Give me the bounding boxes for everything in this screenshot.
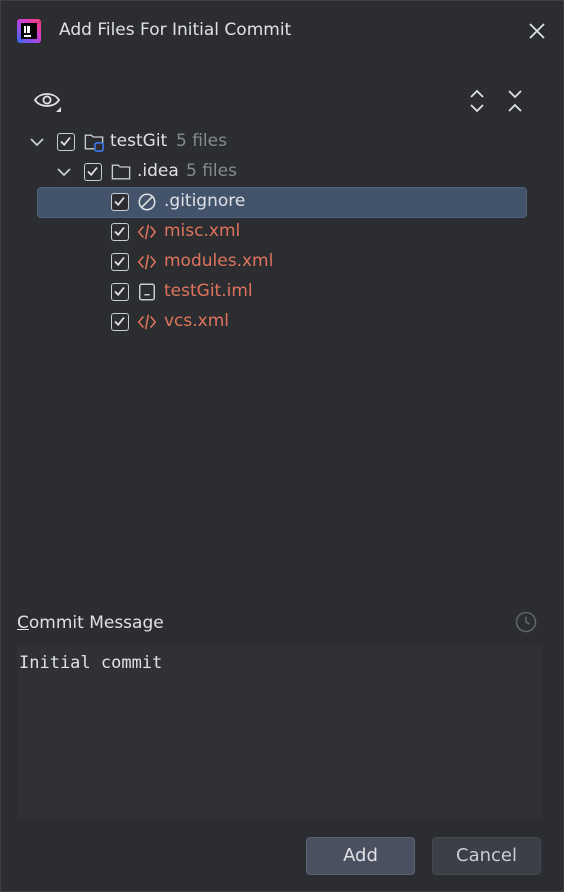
add-files-dialog: Add Files For Initial Commit testGit 5 f… — [0, 0, 564, 892]
intellij-logo-icon — [17, 19, 41, 43]
tree-row-gitignore[interactable]: .gitignore — [1, 187, 564, 218]
file-count-testgit: 5 files — [176, 131, 227, 151]
chevron-down-icon[interactable] — [55, 163, 73, 181]
eye-icon[interactable] — [33, 87, 63, 115]
dialog-title: Add Files For Initial Commit — [59, 20, 292, 40]
tree-label-testgit-iml: testGit.iml — [164, 281, 253, 301]
title-bar: Add Files For Initial Commit — [1, 1, 563, 61]
commit-message-mnemonic: C — [17, 613, 29, 633]
add-button[interactable]: Add — [306, 837, 415, 875]
checkbox-misc-xml[interactable] — [111, 223, 129, 241]
checkbox-idea[interactable] — [84, 163, 102, 181]
ignored-file-icon — [138, 193, 156, 211]
tree-label-idea: .idea — [137, 161, 179, 181]
commit-message-label: Commit Message — [17, 613, 164, 633]
tree-row-modules-xml[interactable]: modules.xml — [1, 247, 564, 277]
tree-row-testgit[interactable]: testGit 5 files — [1, 127, 564, 157]
module-file-icon — [139, 283, 155, 301]
checkbox-testgit-iml[interactable] — [111, 283, 129, 301]
checkbox-modules-xml[interactable] — [111, 253, 129, 271]
tree-label-vcs-xml: vcs.xml — [164, 311, 230, 331]
tree-row-testgit-iml[interactable]: testGit.iml — [1, 277, 564, 307]
commit-message-input[interactable]: Initial commit — [17, 645, 543, 819]
tree-label-modules-xml: modules.xml — [164, 251, 274, 271]
checkbox-gitignore[interactable] — [111, 193, 129, 211]
checkbox-vcs-xml[interactable] — [111, 313, 129, 331]
folder-icon — [111, 164, 131, 180]
file-count-idea: 5 files — [186, 161, 237, 181]
commit-message-label-text: ommit Message — [28, 613, 164, 633]
module-folder-icon — [84, 134, 104, 152]
xml-file-icon — [137, 224, 157, 240]
tree-row-vcs-xml[interactable]: vcs.xml — [1, 307, 564, 337]
expand-all-icon[interactable] — [465, 87, 489, 115]
cancel-button[interactable]: Cancel — [432, 837, 541, 875]
tree-label-testgit: testGit — [110, 131, 168, 151]
history-clock-icon[interactable] — [514, 610, 538, 634]
xml-file-icon — [137, 314, 157, 330]
collapse-all-icon[interactable] — [503, 87, 527, 115]
tree-label-misc-xml: misc.xml — [164, 221, 241, 241]
tree-toolbar — [1, 85, 563, 117]
tree-label-gitignore: .gitignore — [164, 191, 246, 211]
close-icon[interactable] — [527, 21, 547, 41]
checkbox-testgit[interactable] — [57, 133, 75, 151]
tree-row-misc-xml[interactable]: misc.xml — [1, 217, 564, 247]
xml-file-icon — [137, 254, 157, 270]
chevron-down-icon[interactable] — [28, 133, 46, 151]
tree-row-idea[interactable]: .idea 5 files — [1, 157, 564, 187]
